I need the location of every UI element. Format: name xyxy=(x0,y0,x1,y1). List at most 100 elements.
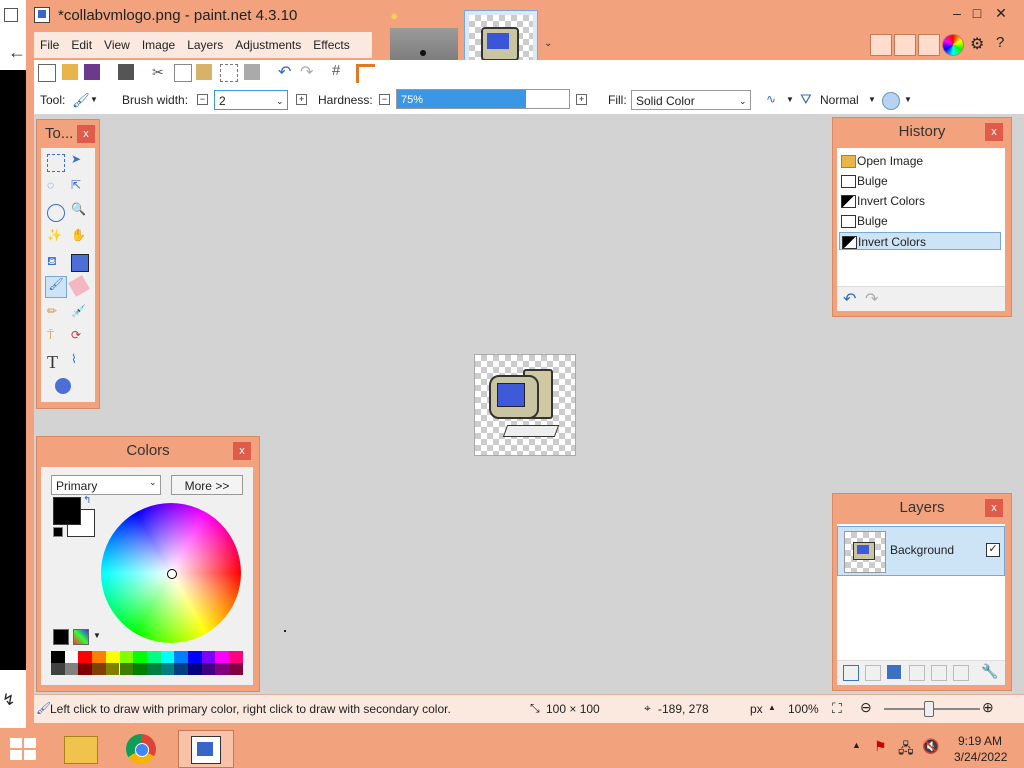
help-icon[interactable]: ? xyxy=(996,34,1004,51)
palette-swatch[interactable] xyxy=(78,663,93,675)
tab-list-chevron-icon[interactable]: ⌄ xyxy=(544,38,552,49)
chrome-icon[interactable] xyxy=(126,734,156,764)
print-icon[interactable] xyxy=(118,64,134,80)
file-explorer-icon[interactable] xyxy=(64,736,98,764)
magic-wand-icon[interactable]: ✨ xyxy=(47,228,63,244)
tools-window-icon[interactable] xyxy=(870,34,892,56)
blend-mode-dropdown-icon[interactable]: ▼ xyxy=(868,92,876,108)
undo-icon[interactable]: ↶ xyxy=(278,62,294,81)
menu-effects[interactable]: Effects xyxy=(307,32,355,58)
layers-window-icon[interactable] xyxy=(918,34,940,56)
menu-image[interactable]: Image xyxy=(136,32,181,58)
palette-swatch[interactable] xyxy=(160,651,175,663)
palette-swatch[interactable] xyxy=(105,663,120,675)
paste-icon[interactable] xyxy=(196,64,212,80)
color-wheel-cursor[interactable] xyxy=(167,569,177,579)
eraser-icon[interactable] xyxy=(68,275,90,297)
image-canvas[interactable] xyxy=(474,354,576,456)
more-colors-button[interactable]: More >> xyxy=(171,475,243,495)
palette-swatch[interactable] xyxy=(119,663,134,675)
grid-icon[interactable]: # xyxy=(332,62,348,79)
history-item[interactable]: Invert Colors xyxy=(839,232,1001,250)
color-palette[interactable] xyxy=(51,651,243,675)
palette-swatch[interactable] xyxy=(188,651,202,663)
layers-panel-close-button[interactable]: x xyxy=(985,499,1003,517)
paintbrush-tool-icon[interactable]: 🖌 xyxy=(72,92,90,108)
layer-row[interactable]: Background ✓ xyxy=(837,526,1005,576)
merge-layer-icon[interactable] xyxy=(909,665,925,681)
brush-width-dropdown-icon[interactable]: ⌄ xyxy=(276,93,284,109)
hardness-slider[interactable]: 75% xyxy=(396,89,570,109)
menu-layers[interactable]: Layers xyxy=(181,32,229,58)
volume-muted-icon[interactable]: 🔇 xyxy=(922,738,939,755)
palette-swatch[interactable] xyxy=(174,663,188,675)
color-wheel[interactable] xyxy=(101,503,241,643)
palette-swatch[interactable] xyxy=(188,663,202,675)
text-tool-icon[interactable]: T xyxy=(47,352,63,372)
taskbar-time[interactable]: 9:19 AM xyxy=(958,734,1002,748)
cut-icon[interactable]: ✂ xyxy=(152,64,168,80)
paintbrush-icon[interactable]: 🖌 xyxy=(45,276,67,298)
palette-dropdown-icon[interactable]: ▼ xyxy=(93,631,101,640)
antialiasing-icon[interactable]: ∿ xyxy=(766,92,782,108)
palette-swatch[interactable] xyxy=(174,651,188,663)
palette-swatch[interactable] xyxy=(133,663,147,675)
open-folder-icon[interactable] xyxy=(62,64,78,80)
palette-swatch[interactable] xyxy=(64,663,79,675)
palette-swatch[interactable] xyxy=(146,651,161,663)
action-center-flag-icon[interactable]: ⚑ xyxy=(874,738,887,755)
hardness-decrease-button[interactable]: − xyxy=(379,94,390,105)
brush-width-increase-button[interactable]: + xyxy=(296,94,307,105)
clone-stamp-icon[interactable]: ⍑ xyxy=(47,328,63,344)
save-icon[interactable] xyxy=(84,64,100,80)
zoom-level[interactable]: 100% xyxy=(788,702,819,716)
hardness-increase-button[interactable]: + xyxy=(576,94,587,105)
network-icon[interactable]: 🖧 xyxy=(898,738,914,762)
move-layer-down-icon[interactable] xyxy=(953,665,969,681)
palette-swatch[interactable] xyxy=(78,651,93,663)
zoom-to-window-icon[interactable]: ⛶ xyxy=(832,700,842,717)
taskbar-date[interactable]: 3/24/2022 xyxy=(954,750,1007,764)
show-hidden-icons-icon[interactable]: ▲ xyxy=(852,740,861,750)
back-arrow-icon[interactable]: ← xyxy=(8,42,26,63)
crop-icon[interactable] xyxy=(220,64,238,82)
primary-color-swatch[interactable] xyxy=(53,497,81,525)
duplicate-layer-icon[interactable] xyxy=(887,665,901,679)
layer-visibility-checkbox[interactable]: ✓ xyxy=(986,543,1000,557)
history-panel-close-button[interactable]: x xyxy=(985,123,1003,141)
lasso-select-icon[interactable]: ◌ xyxy=(47,178,63,194)
palette-swatch[interactable] xyxy=(215,663,230,675)
fill-select[interactable]: Solid Color xyxy=(631,90,751,110)
brush-width-decrease-button[interactable]: − xyxy=(197,94,208,105)
tool-dropdown-arrow-icon[interactable]: ▼ xyxy=(90,92,98,108)
antialiasing-dropdown-icon[interactable]: ▼ xyxy=(786,92,794,108)
history-redo-icon[interactable]: ↷ xyxy=(865,289,878,309)
recolor-icon[interactable]: ⟳ xyxy=(71,328,87,344)
colors-window-icon[interactable] xyxy=(942,34,964,56)
start-windows-icon[interactable] xyxy=(10,738,36,760)
clipping-dropdown-icon[interactable]: ▼ xyxy=(904,92,912,108)
palette-swatch[interactable] xyxy=(160,663,175,675)
units-dropdown-icon[interactable]: ▲ xyxy=(768,703,776,712)
palette-swatch[interactable] xyxy=(215,651,230,663)
color-mode-dropdown-icon[interactable]: ⌄ xyxy=(149,477,157,488)
tools-panel-close-button[interactable]: x xyxy=(77,125,95,143)
palette-swatch[interactable] xyxy=(146,663,161,675)
fill-dropdown-icon[interactable]: ⌄ xyxy=(739,93,747,109)
palette-menu-icon[interactable] xyxy=(73,629,89,645)
zoom-in-icon[interactable]: ⊕ xyxy=(982,699,994,716)
redo-icon[interactable]: ↷ xyxy=(300,62,316,81)
move-selected-icon[interactable]: ➤ xyxy=(71,152,87,168)
history-window-icon[interactable] xyxy=(894,34,916,56)
palette-swatch[interactable] xyxy=(64,651,79,663)
color-picker-icon[interactable]: 💉 xyxy=(71,304,87,320)
paint-bucket-icon[interactable]: ⛾ xyxy=(47,254,63,270)
rectangle-select-icon[interactable] xyxy=(47,154,65,172)
zoom-out-icon[interactable]: ⊖ xyxy=(860,699,872,716)
history-item[interactable]: Bulge xyxy=(839,212,1001,230)
menu-adjustments[interactable]: Adjustments xyxy=(229,32,307,58)
colors-panel-close-button[interactable]: x xyxy=(233,442,251,460)
paintnet-taskbar-button[interactable] xyxy=(178,730,234,768)
color-mode-select[interactable]: Primary xyxy=(51,475,161,495)
palette-swatch[interactable] xyxy=(201,663,216,675)
